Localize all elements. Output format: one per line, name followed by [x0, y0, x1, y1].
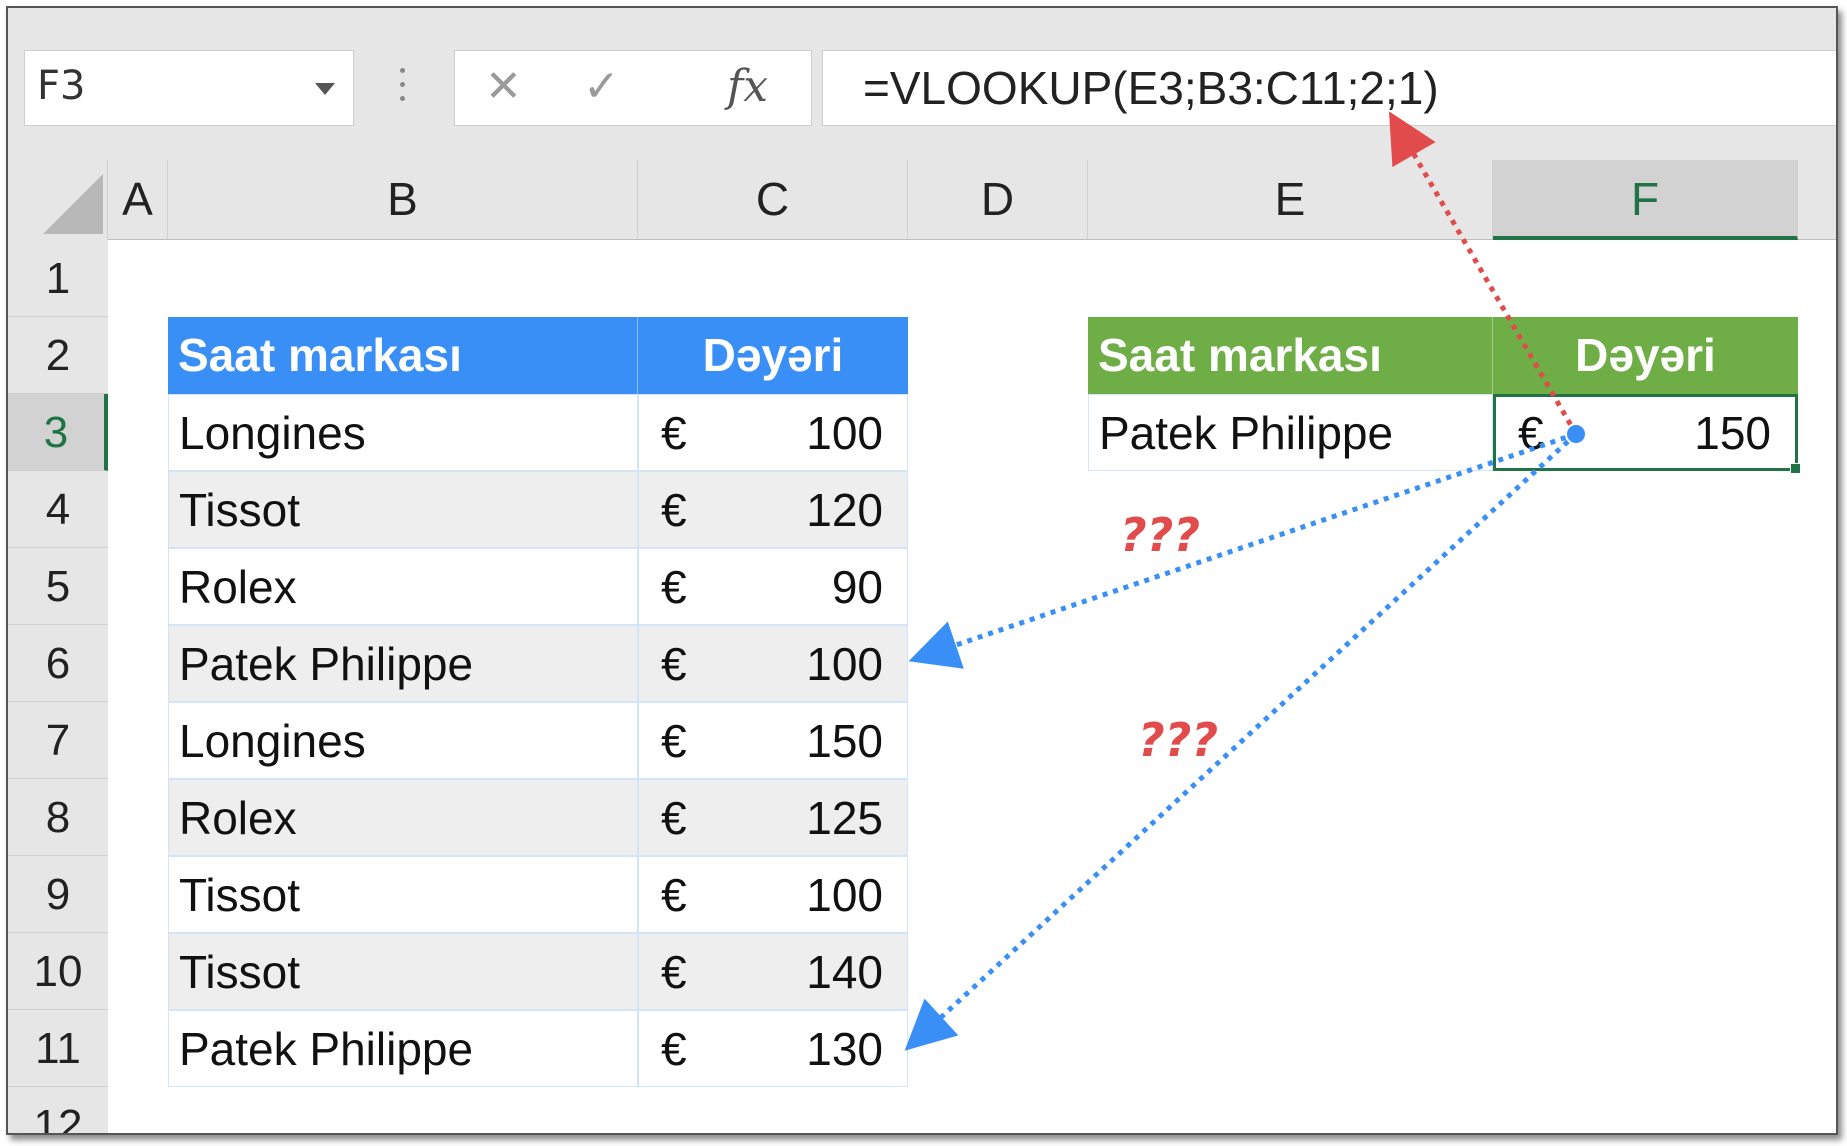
arrow-to-row-6 [908, 431, 1577, 669]
arrow-to-row-11 [904, 432, 1578, 1051]
question-annotation-2: ??? [1138, 713, 1219, 767]
arrow-origin-dot [1567, 425, 1585, 443]
arrow-to-formula [1388, 111, 1579, 436]
excel-window: F3 ✕ ✓ fx =VLOOKUP(E3;B3:C11;2;1) A B C … [6, 6, 1838, 1135]
question-annotation-1: ??? [1120, 508, 1201, 562]
annotation-arrows [904, 111, 1585, 1051]
